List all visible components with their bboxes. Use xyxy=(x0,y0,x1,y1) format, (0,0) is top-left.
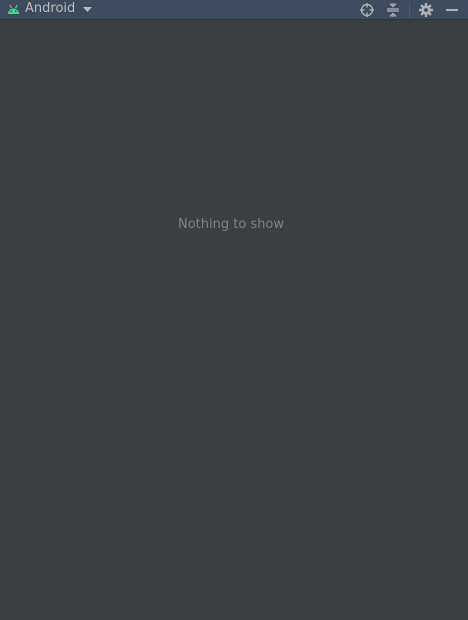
project-toolbar: Android xyxy=(0,0,468,20)
chevron-down-icon xyxy=(83,7,93,13)
project-tool-window: Android Nothing to show xyxy=(0,0,468,620)
toolbar-separator xyxy=(409,2,410,18)
collapse-all-icon[interactable] xyxy=(384,0,402,20)
gear-icon[interactable] xyxy=(417,0,435,20)
view-mode-selector[interactable]: Android xyxy=(5,0,93,20)
android-icon xyxy=(5,3,21,17)
minimize-icon[interactable] xyxy=(443,0,461,20)
view-mode-label: Android xyxy=(25,1,76,16)
empty-state-message: Nothing to show xyxy=(177,217,285,232)
crosshair-icon[interactable] xyxy=(358,0,376,20)
